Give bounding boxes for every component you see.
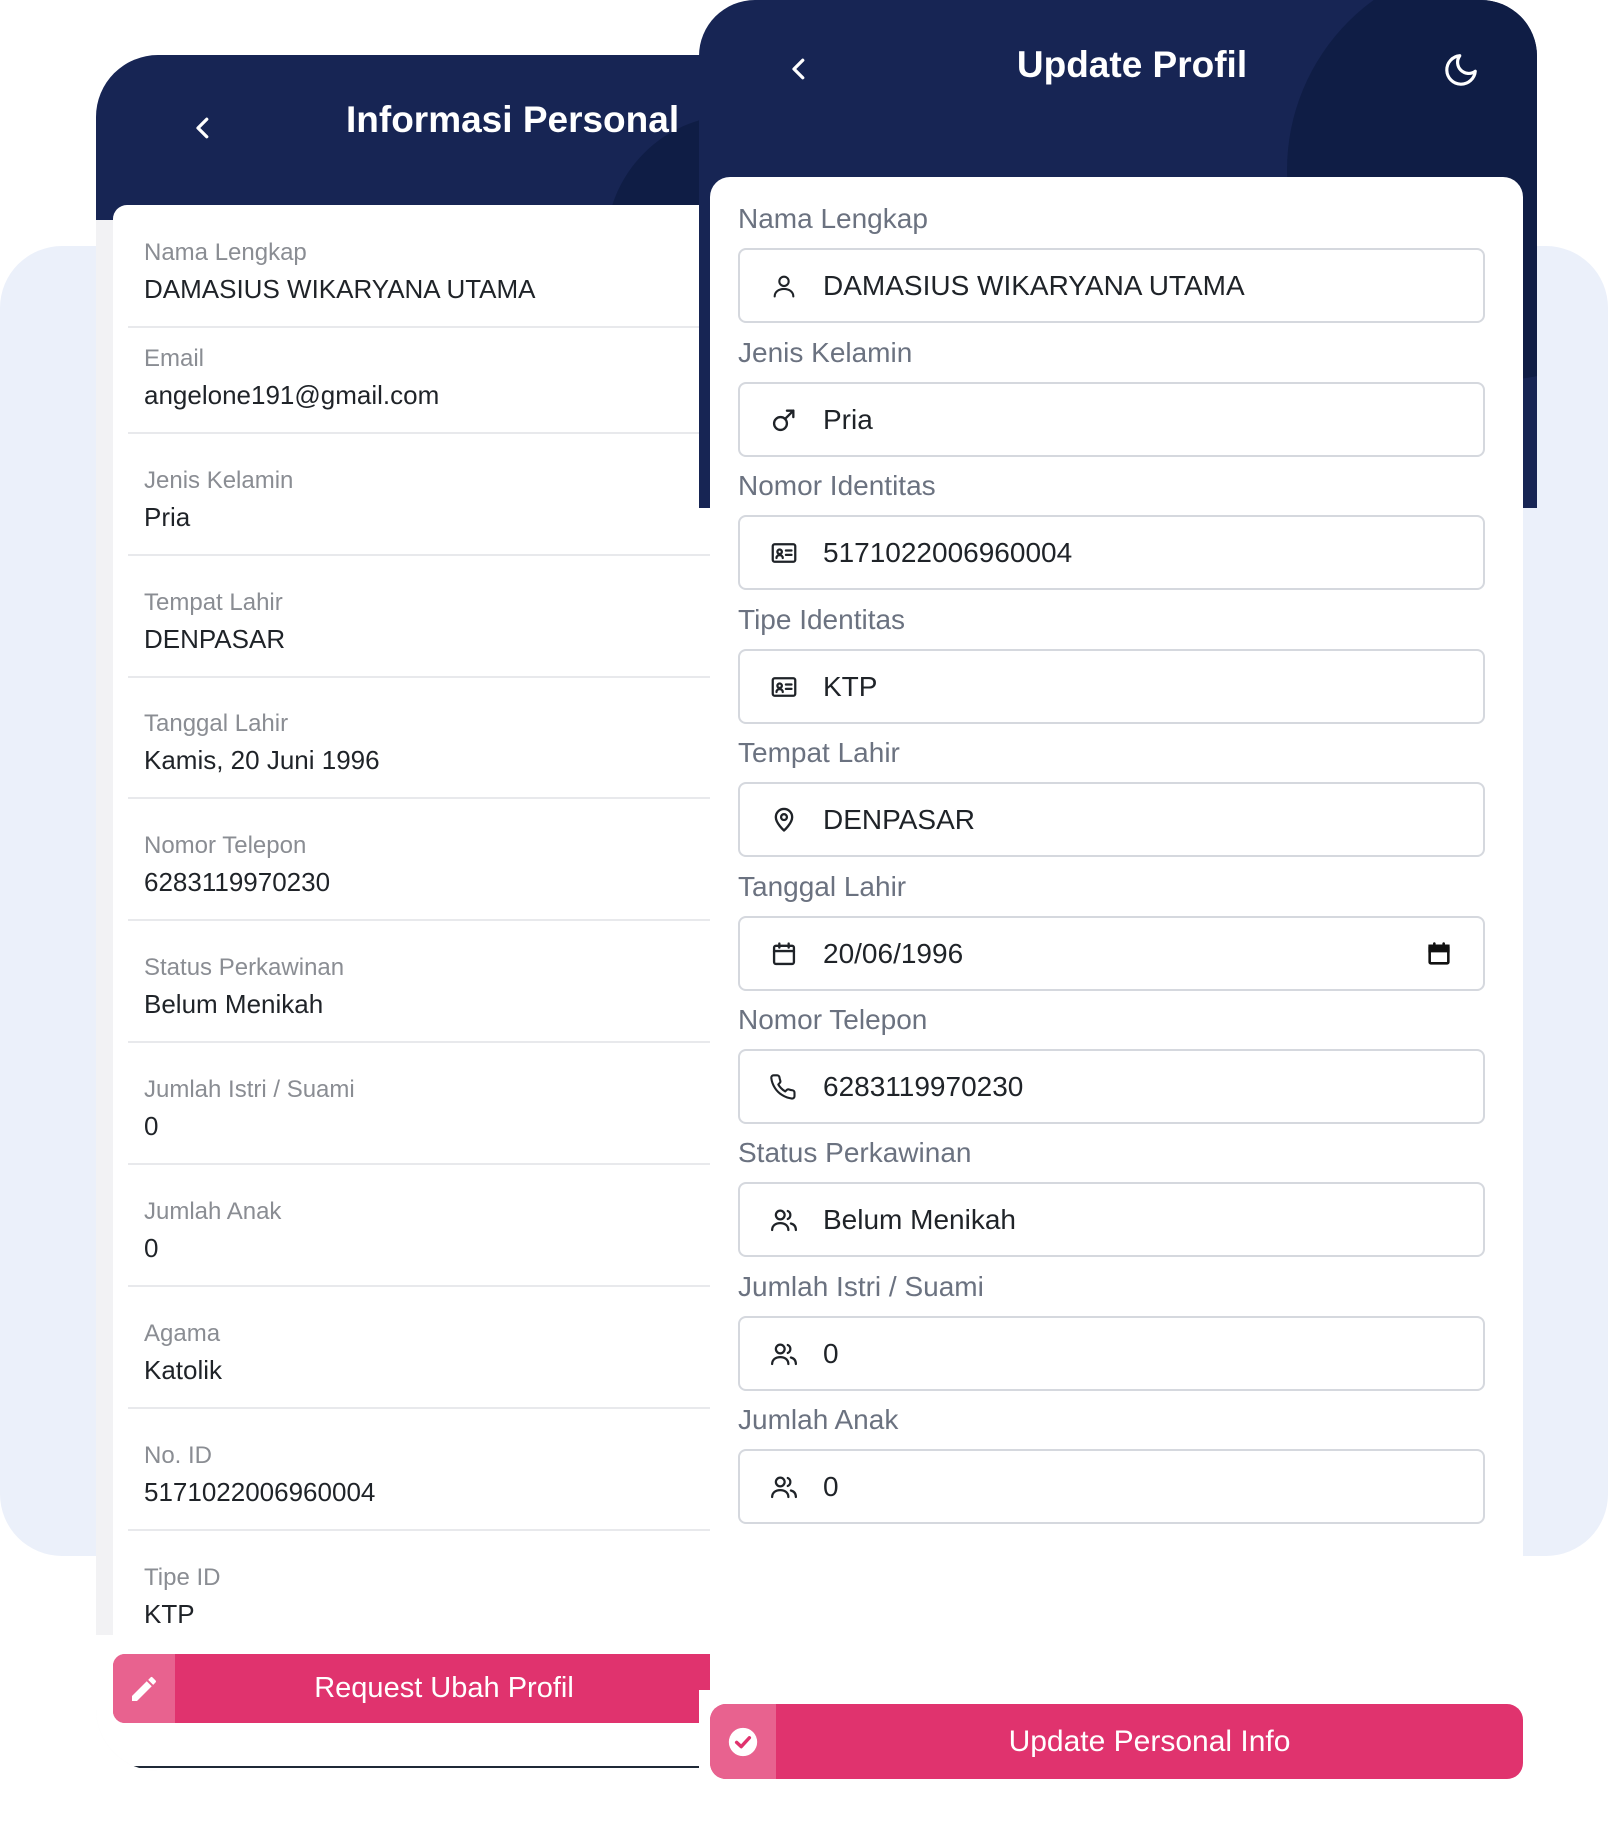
jenis-kelamin-select[interactable]: Pria <box>738 382 1485 457</box>
field-label: Tempat Lahir <box>738 737 900 768</box>
nama-lengkap-input[interactable]: DAMASIUS WIKARYANA UTAMA <box>738 248 1485 323</box>
info-row-jumlah-istri-suami: Jumlah Istri / Suami 0 <box>128 1042 746 1165</box>
update-personal-info-button[interactable]: Update Personal Info <box>710 1704 1523 1779</box>
field-value: 0 <box>823 1471 839 1502</box>
field-label: Jumlah Anak <box>738 1404 899 1435</box>
field-label: Status Perkawinan <box>738 1137 972 1168</box>
field-label: Jumlah Istri / Suami <box>738 1271 984 1302</box>
field-label: Tanggal Lahir <box>738 871 907 902</box>
field-value: 20/06/1996 <box>823 938 964 969</box>
update-profil-screen: Update Profil Nama Lengkap DAMASIUS WIKA… <box>699 0 1537 1790</box>
id-card-icon <box>766 535 802 571</box>
button-label: Update Personal Info <box>1008 1725 1291 1758</box>
info-value: DAMASIUS WIKARYANA UTAMA <box>144 274 536 304</box>
dark-mode-toggle[interactable] <box>1439 48 1483 92</box>
info-label: Jenis Kelamin <box>144 467 294 494</box>
users-icon <box>766 1202 802 1238</box>
info-value: Pria <box>144 502 191 532</box>
field-value: KTP <box>823 671 878 702</box>
field-value: 5171022006960004 <box>823 537 1073 568</box>
id-card-icon <box>766 669 802 705</box>
info-row-no-id: No. ID 5171022006960004 <box>128 1408 746 1531</box>
calendar-icon <box>766 936 802 972</box>
info-value: 6283119970230 <box>144 867 331 897</box>
users-icon <box>766 1469 802 1505</box>
calendar-icon <box>1428 942 1450 965</box>
date-picker-button[interactable] <box>1421 936 1457 972</box>
request-ubah-profil-button[interactable]: Request Ubah Profil <box>113 1654 746 1723</box>
nomor-telepon-input[interactable]: 6283119970230 <box>738 1049 1485 1124</box>
page-title: Update Profil <box>1016 44 1248 85</box>
users-icon <box>766 1336 802 1372</box>
info-row-tempat-lahir: Tempat Lahir DENPASAR <box>128 555 746 678</box>
chevron-left-icon <box>196 117 209 139</box>
header: Informasi Personal <box>96 55 746 375</box>
field-value: 0 <box>823 1338 839 1369</box>
male-icon <box>766 402 802 438</box>
location-pin-icon <box>766 802 802 838</box>
page-title: Informasi Personal <box>346 99 680 140</box>
info-value: Belum Menikah <box>144 989 324 1019</box>
field-value: DENPASAR <box>823 804 975 835</box>
info-value: 5171022006960004 <box>144 1477 376 1507</box>
info-label: Status Perkawinan <box>144 954 345 981</box>
info-value: KTP <box>144 1599 195 1629</box>
info-label: Agama <box>144 1320 221 1347</box>
info-label: Email <box>144 345 205 372</box>
field-value: 6283119970230 <box>823 1071 1024 1102</box>
button-icon-box <box>710 1704 776 1779</box>
button-label: Request Ubah Profil <box>314 1672 574 1704</box>
check-circle-icon <box>728 1727 758 1756</box>
info-label: Jumlah Istri / Suami <box>144 1076 355 1103</box>
tanggal-lahir-input[interactable]: 20/06/1996 <box>738 916 1485 991</box>
info-value: Katolik <box>144 1355 223 1385</box>
info-row-nama-lengkap: Nama Lengkap DAMASIUS WIKARYANA UTAMA <box>128 205 746 328</box>
field-value: Belum Menikah <box>823 1204 1016 1235</box>
info-label: Nomor Telepon <box>144 832 307 859</box>
info-label: Tipe ID <box>144 1564 221 1591</box>
info-label: Nama Lengkap <box>144 239 307 266</box>
jumlah-anak-input[interactable]: 0 <box>738 1449 1485 1524</box>
back-button[interactable] <box>178 103 228 153</box>
field-value: Pria <box>823 404 873 435</box>
info-label: Tanggal Lahir <box>144 710 289 737</box>
field-label: Nomor Identitas <box>738 470 936 501</box>
info-row-jenis-kelamin: Jenis Kelamin Pria <box>128 433 746 556</box>
tempat-lahir-input[interactable]: DENPASAR <box>738 782 1485 857</box>
info-value: angelone191@gmail.com <box>144 380 440 410</box>
field-label: Nama Lengkap <box>738 203 928 234</box>
phone-icon <box>766 1069 802 1105</box>
user-icon <box>766 268 802 304</box>
info-row-status-perkawinan: Status Perkawinan Belum Menikah <box>128 920 746 1043</box>
moon-icon <box>1445 54 1477 86</box>
info-label: Jumlah Anak <box>144 1198 282 1225</box>
pencil-icon <box>132 1676 157 1701</box>
field-value: DAMASIUS WIKARYANA UTAMA <box>823 270 1245 301</box>
info-value: Kamis, 20 Juni 1996 <box>144 745 380 775</box>
field-label: Nomor Telepon <box>738 1004 928 1035</box>
nomor-identitas-input[interactable]: 5171022006960004 <box>738 515 1485 590</box>
status-perkawinan-select[interactable]: Belum Menikah <box>738 1182 1485 1257</box>
tipe-identitas-select[interactable]: KTP <box>738 649 1485 724</box>
update-form: Nama Lengkap DAMASIUS WIKARYANA UTAMA Je… <box>710 177 1523 1697</box>
info-label: No. ID <box>144 1442 213 1469</box>
personal-info-screen: Informasi Personal Nama Lengkap DAMASIUS… <box>96 55 746 1771</box>
divider <box>126 1766 746 1768</box>
info-row-tanggal-lahir: Tanggal Lahir Kamis, 20 Juni 1996 <box>128 676 746 799</box>
info-row-jumlah-anak: Jumlah Anak 0 <box>128 1164 746 1287</box>
info-value: DENPASAR <box>144 624 286 654</box>
jumlah-istri-suami-input[interactable]: 0 <box>738 1316 1485 1391</box>
info-label: Tempat Lahir <box>144 589 283 616</box>
field-label: Jenis Kelamin <box>738 337 913 368</box>
info-row-agama: Agama Katolik <box>128 1286 746 1409</box>
button-icon-box <box>113 1654 175 1723</box>
info-row-email: Email angelone191@gmail.com <box>128 311 746 434</box>
info-value: 0 <box>144 1111 159 1141</box>
info-value: 0 <box>144 1233 159 1263</box>
info-card: Nama Lengkap DAMASIUS WIKARYANA UTAMA Em… <box>113 205 746 1705</box>
info-row-nomor-telepon: Nomor Telepon 6283119970230 <box>128 798 746 921</box>
field-label: Tipe Identitas <box>738 604 906 635</box>
